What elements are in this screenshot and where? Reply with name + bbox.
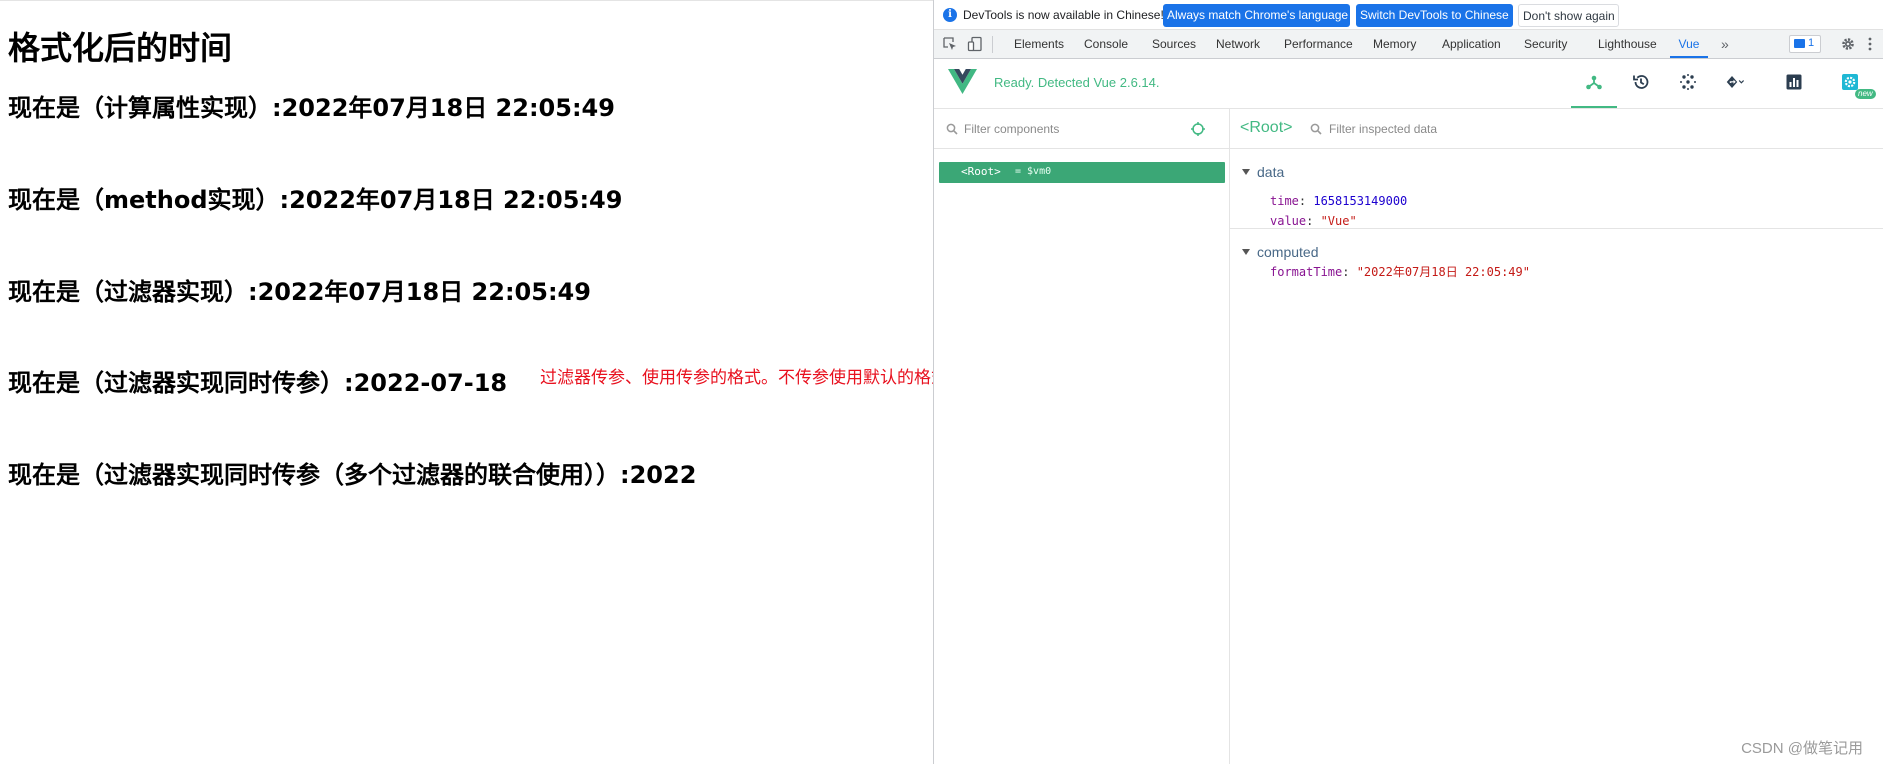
- tab-lighthouse[interactable]: Lighthouse: [1598, 30, 1657, 58]
- settings-gear-icon[interactable]: [1840, 36, 1856, 52]
- issues-icon: [1794, 39, 1805, 48]
- vuex-icon: [1680, 74, 1696, 90]
- select-component-crosshair-icon[interactable]: [1190, 121, 1206, 137]
- language-infobar: i DevTools is now available in Chinese! …: [934, 0, 1883, 30]
- devtools-panel: i DevTools is now available in Chinese! …: [933, 0, 1883, 764]
- new-badge: new: [1855, 89, 1876, 99]
- property-value: 1658153149000: [1313, 194, 1408, 208]
- section-title: computed: [1257, 244, 1319, 260]
- vue-settings-tool-button[interactable]: new: [1827, 59, 1876, 108]
- property-key: time: [1270, 194, 1299, 208]
- property-value: "2022年07月18日 22:05:49": [1356, 265, 1530, 279]
- tab-security[interactable]: Security: [1524, 30, 1567, 58]
- computed-section: computed formatTime: "2022年07月18日 22:05:…: [1230, 229, 1883, 279]
- timeline-tool-button[interactable]: [1618, 59, 1664, 108]
- annotation-note: 过滤器传参、使用传参的格式。不传参使用默认的格式: [540, 368, 948, 388]
- tab-vue[interactable]: Vue: [1670, 30, 1708, 58]
- data-property-value[interactable]: value: "Vue": [1270, 214, 1357, 228]
- tabbar-separator: [992, 36, 993, 53]
- routing-icon: [1726, 76, 1744, 88]
- vue-status-message: Ready. Detected Vue 2.6.14.: [994, 75, 1160, 90]
- vue-settings-icon: [1842, 74, 1858, 90]
- tab-elements[interactable]: Elements: [1014, 30, 1064, 58]
- inspected-component-name: <Root>: [1240, 119, 1293, 136]
- computed-section-toggle[interactable]: computed: [1242, 244, 1318, 262]
- multi-filter-time-line: 现在是（过滤器实现同时传参（多个过滤器的联合使用））:2022: [8, 461, 697, 489]
- tab-sources[interactable]: Sources: [1152, 30, 1196, 58]
- filter-time-line: 现在是（过滤器实现）:2022年07月18日 22:05:49: [8, 278, 591, 306]
- page-title: 格式化后的时间: [8, 29, 233, 67]
- history-icon: [1633, 75, 1649, 89]
- info-icon: i: [943, 8, 957, 22]
- issues-count: 1: [1808, 37, 1815, 49]
- computed-property-formattime[interactable]: formatTime: "2022年07月18日 22:05:49": [1270, 263, 1530, 280]
- more-tabs-icon[interactable]: »: [1721, 37, 1729, 51]
- filter-param-time-line: 现在是（过滤器实现同时传参）:2022-07-18: [8, 369, 508, 397]
- issues-badge[interactable]: 1: [1789, 35, 1821, 53]
- search-icon: [1310, 123, 1322, 135]
- dont-show-again-button[interactable]: Don't show again: [1518, 4, 1619, 27]
- infobar-message: DevTools is now available in Chinese!: [963, 8, 1164, 22]
- computed-time-line: 现在是（计算属性实现）:2022年07月18日 22:05:49: [8, 94, 615, 122]
- component-tree-item-root[interactable]: <Root> = $vm0: [939, 162, 1225, 183]
- vue-logo: [948, 69, 977, 94]
- tab-performance[interactable]: Performance: [1284, 30, 1353, 58]
- devtools-tabbar: Elements Console Sources Network Perform…: [934, 30, 1883, 59]
- routing-tool-button[interactable]: [1712, 59, 1764, 108]
- vue-devtools-header: Ready. Detected Vue 2.6.14. new: [934, 59, 1883, 109]
- data-section-toggle[interactable]: data: [1242, 164, 1284, 182]
- section-title: data: [1257, 164, 1285, 180]
- page-viewport: 格式化后的时间 现在是（计算属性实现）:2022年07月18日 22:05:49…: [0, 0, 948, 764]
- filter-inspected-data-input[interactable]: [1329, 119, 1629, 139]
- switch-to-chinese-button[interactable]: Switch DevTools to Chinese: [1356, 4, 1513, 27]
- tab-memory[interactable]: Memory: [1373, 30, 1416, 58]
- property-key: value: [1270, 214, 1307, 228]
- expand-arrow-icon: [1242, 249, 1250, 255]
- property-key: formatTime: [1270, 265, 1343, 279]
- components-icon: [1586, 75, 1602, 90]
- method-time-line: 现在是（method实现）:2022年07月18日 22:05:49: [8, 186, 623, 214]
- search-icon: [946, 123, 958, 135]
- inspect-element-icon[interactable]: [942, 36, 958, 52]
- component-name: <Root>: [961, 165, 1001, 178]
- components-filter-bar: [934, 109, 1229, 149]
- tab-console[interactable]: Console: [1084, 30, 1128, 58]
- tab-application[interactable]: Application: [1442, 30, 1501, 58]
- expand-arrow-icon: [1242, 169, 1250, 175]
- filter-components-input[interactable]: [964, 119, 1184, 139]
- component-inspector-pane: <Root> data time: 1658153149000 value: "…: [1230, 109, 1883, 764]
- components-tool-button[interactable]: [1571, 59, 1617, 108]
- performance-tool-button[interactable]: [1771, 59, 1817, 108]
- data-property-time[interactable]: time: 1658153149000: [1270, 194, 1407, 208]
- device-toolbar-icon[interactable]: [967, 36, 983, 52]
- screen: 格式化后的时间 现在是（计算属性实现）:2022年07月18日 22:05:49…: [0, 0, 1883, 764]
- property-value: "Vue": [1320, 214, 1357, 228]
- vuex-tool-button[interactable]: [1665, 59, 1711, 108]
- component-vm-ref: = $vm0: [1015, 166, 1052, 177]
- components-tree-pane: <Root> = $vm0: [934, 109, 1230, 764]
- csdn-watermark: CSDN @做笔记用: [1741, 740, 1863, 757]
- performance-icon: [1786, 74, 1802, 90]
- match-language-button[interactable]: Always match Chrome's language: [1163, 4, 1350, 27]
- inspector-filter-bar: <Root>: [1230, 109, 1883, 149]
- data-section: data time: 1658153149000 value: "Vue": [1230, 149, 1883, 229]
- tab-network[interactable]: Network: [1216, 30, 1260, 58]
- more-options-icon[interactable]: [1862, 36, 1878, 52]
